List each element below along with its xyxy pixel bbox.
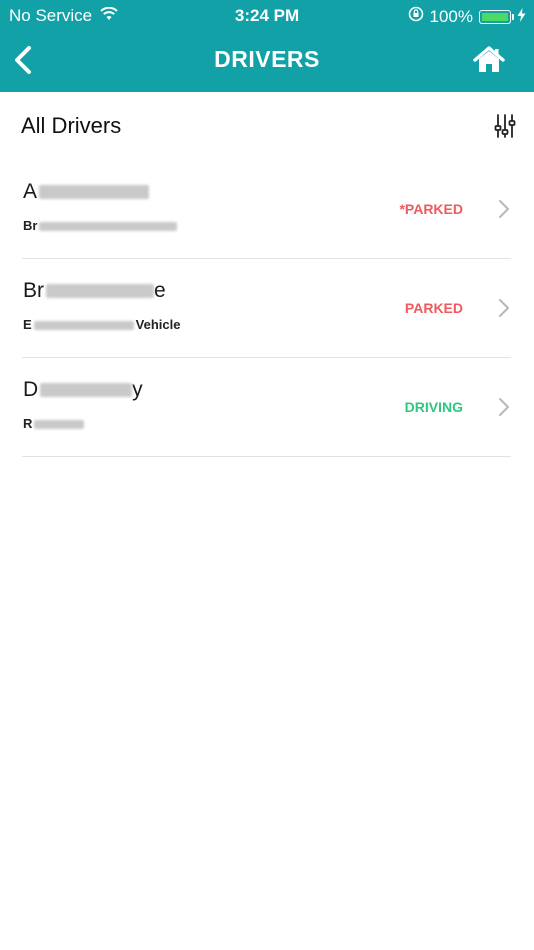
driver-vehicle: E Vehicle xyxy=(23,317,180,332)
status-badge: PARKED xyxy=(404,300,463,316)
driver-name-text: Br xyxy=(23,279,44,302)
filter-button[interactable] xyxy=(494,113,516,139)
redacted-text xyxy=(39,185,150,200)
driver-row[interactable]: Br e E Vehicle PARKED xyxy=(22,259,511,358)
driver-vehicle: R xyxy=(23,416,85,431)
orientation-lock-icon xyxy=(408,6,424,27)
charging-bolt-icon xyxy=(517,7,526,27)
redacted-text xyxy=(34,420,85,430)
driver-name-tail: y xyxy=(132,378,143,401)
driver-name: Dy xyxy=(23,378,143,402)
driver-name: A xyxy=(23,180,150,204)
driver-name-tail: e xyxy=(154,279,166,302)
redacted-text xyxy=(33,321,134,331)
battery-icon xyxy=(479,9,514,24)
status-badge: *PARKED xyxy=(399,201,463,217)
driver-vehicle: Br xyxy=(23,218,178,233)
driver-vehicle-text: Br xyxy=(23,218,38,233)
app-header: No Service 3:24 PM 100% DRIVERS xyxy=(0,0,534,92)
status-bar: No Service 3:24 PM 100% xyxy=(0,4,534,28)
home-button[interactable] xyxy=(472,44,506,76)
driver-name-text: A xyxy=(23,180,38,203)
chevron-right-icon xyxy=(499,299,509,317)
redacted-text xyxy=(46,284,154,299)
redacted-text xyxy=(39,222,178,232)
chevron-right-icon xyxy=(499,398,509,416)
driver-vehicle-text: E xyxy=(23,317,32,332)
home-icon xyxy=(473,46,505,72)
driver-name: Br e xyxy=(23,279,166,303)
driver-vehicle-tail: Vehicle xyxy=(135,317,181,332)
driver-name-text: D xyxy=(23,378,39,401)
drivers-list: A Br *PARKED Br e E Vehicle PARKED Dy R DR… xyxy=(0,160,534,457)
page-title: DRIVERS xyxy=(214,46,320,72)
redacted-text xyxy=(40,383,133,398)
sliders-icon xyxy=(494,114,516,138)
driver-row[interactable]: A Br *PARKED xyxy=(22,160,511,259)
status-right: 100% xyxy=(408,6,526,27)
chevron-right-icon xyxy=(499,200,509,218)
battery-percent: 100% xyxy=(429,6,473,26)
section-title: All Drivers xyxy=(21,113,122,138)
nav-bar: DRIVERS xyxy=(0,40,534,80)
driver-row[interactable]: Dy R DRIVING xyxy=(22,358,511,457)
driver-vehicle-text: R xyxy=(23,416,33,431)
status-badge: DRIVING xyxy=(404,399,463,415)
